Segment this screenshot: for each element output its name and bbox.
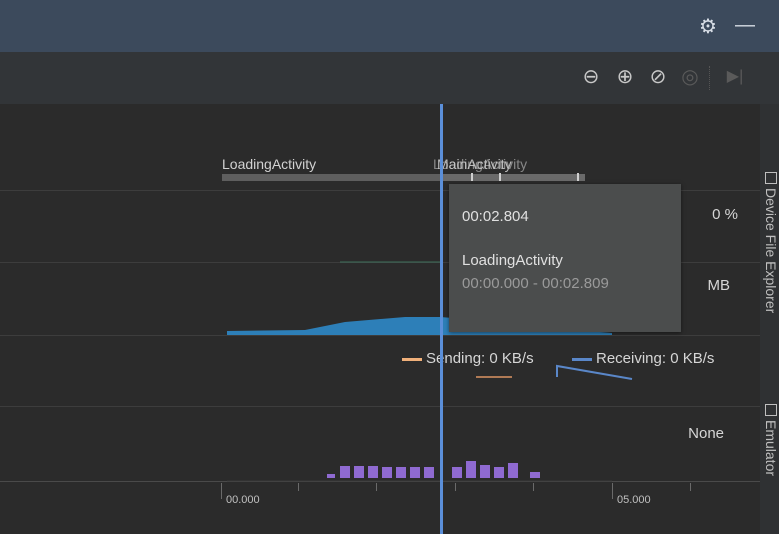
axis-minor-tick	[455, 483, 456, 491]
axis-minor-tick	[298, 483, 299, 491]
activity-tooltip: 00:02.804 LoadingActivity 00:00.000 - 00…	[449, 184, 681, 332]
device-file-explorer-label: Device File Explorer	[763, 188, 779, 314]
energy-bar	[396, 467, 406, 478]
emulator-label: Emulator	[763, 420, 779, 477]
energy-value: None	[688, 425, 724, 442]
folder-icon	[765, 172, 777, 184]
energy-bar	[480, 465, 490, 478]
axis-major-tick	[221, 483, 222, 499]
energy-bar	[494, 467, 504, 478]
energy-bar	[424, 467, 434, 478]
receiving-swatch	[572, 357, 592, 361]
axis-minor-tick	[533, 483, 534, 491]
energy-bar	[410, 467, 420, 478]
energy-bars	[327, 461, 540, 478]
network-receiving-line	[556, 364, 633, 380]
legend-receiving: Receiving: 0 KB/s	[572, 350, 714, 367]
energy-bar	[452, 467, 462, 478]
sending-swatch	[402, 357, 422, 361]
device-file-explorer-tab[interactable]: Device File Explorer	[760, 172, 779, 313]
energy-bar	[327, 474, 335, 478]
tooltip-time: 00:02.804	[462, 208, 529, 225]
tooltip-activity: LoadingActivity	[462, 252, 563, 269]
energy-bar	[508, 463, 518, 478]
axis-minor-tick	[376, 483, 377, 491]
energy-bar	[466, 461, 476, 478]
axis-major-tick	[612, 483, 613, 499]
energy-bar	[382, 467, 392, 478]
energy-bar	[354, 466, 364, 478]
energy-bar	[340, 466, 350, 478]
legend-receiving-label: Receiving: 0 KB/s	[596, 350, 715, 367]
energy-bar	[530, 472, 540, 478]
axis-label: 00.000	[226, 494, 260, 506]
legend-sending: Sending: 0 KB/s	[402, 350, 534, 367]
cpu-value: 0 %	[712, 206, 738, 223]
timeline-cursor[interactable]	[440, 104, 443, 534]
axis-minor-tick	[690, 483, 691, 491]
tooltip-range: 00:00.000 - 00:02.809	[462, 275, 609, 292]
memory-value: MB	[707, 277, 731, 294]
energy-bar	[368, 466, 378, 478]
axis-label: 05.000	[617, 494, 651, 506]
side-tool-strip: Device File Explorer Emulator	[760, 104, 779, 534]
phone-icon	[765, 404, 777, 416]
emulator-tab[interactable]: Emulator	[760, 404, 779, 476]
